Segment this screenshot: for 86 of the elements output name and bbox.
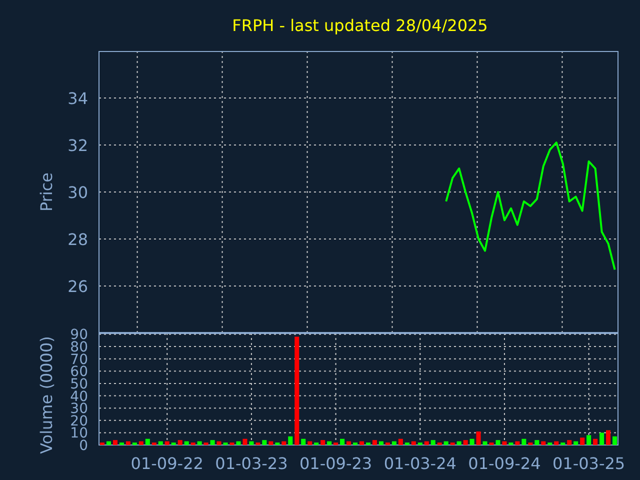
volume-bar [430,440,436,445]
axis-tick-label: 01-03-25 [552,454,626,473]
volume-bar [378,441,384,445]
volume-bar [126,441,130,445]
volume-bar [515,441,520,445]
volume-bar [119,442,124,445]
volume-bar [282,441,286,445]
volume-bar [178,440,182,445]
volume-bar [567,440,572,445]
chart-title: FRPH - last updated 28/04/2025 [232,16,488,35]
volume-bar [502,441,507,445]
volume-bar [288,436,293,445]
volume-bar [242,438,248,445]
axis-tick-label: 01-09-22 [130,454,204,473]
volume-bar [308,441,312,445]
volume-bar [508,442,514,445]
volume-bar [171,442,176,445]
volume-bar [450,442,455,445]
volume-bar [216,441,222,445]
volume-bar [418,442,422,445]
volume-bar [236,441,241,445]
volume-bar [444,441,448,445]
volume-bar [522,438,526,445]
volume-bar [534,440,540,445]
volume-bar [320,440,326,445]
volume-bar [164,441,170,445]
axis-tick-label: 01-03-24 [384,454,456,473]
volume-bar [496,440,500,445]
volume-bar [132,442,137,445]
axis-tick-label: 28 [68,230,88,249]
volume-bar [256,442,260,445]
volume-bar [600,432,604,445]
volume-bar [152,442,156,445]
volume-bar [301,438,306,445]
volume-bar [372,440,377,445]
volume-bar [554,441,559,445]
volume-bar [210,440,215,445]
volume-bar [327,441,332,445]
volume-bar [230,442,234,445]
volume-bar [340,438,345,445]
volume-bar [586,435,592,445]
axis-tick-label: 34 [68,89,88,108]
volume-bar [385,442,390,445]
volume-bar [138,441,144,445]
volume-bar [398,438,403,445]
volume-bar [411,441,416,445]
volume-bar [112,440,118,445]
volume-bar [314,442,319,445]
axis-label: Price [37,172,56,212]
volume-bar [580,438,585,445]
volume-bar [489,442,494,445]
volume-bar [528,442,533,445]
axis-tick-label: 01-03-23 [215,454,288,473]
volume-bar [470,438,474,445]
volume-bar [548,442,552,445]
volume-bar [463,440,468,445]
volume-bar [541,441,546,445]
volume-bar [190,442,196,445]
volume-bar [560,442,566,445]
volume-bar [249,441,254,445]
volume-bar [437,442,442,445]
axis-tick-label: 26 [68,277,88,296]
volume-bar [593,438,598,445]
volume-bar [275,442,280,445]
axis-tick-label: 01-09-23 [299,454,372,473]
volume-bar [392,441,396,445]
volume-bar [262,440,267,445]
volume-bar [158,441,163,445]
volume-bar [145,438,150,445]
axis-tick-label: 0 [79,438,88,454]
volume-bar [184,441,189,445]
volume-bar [204,442,208,445]
volume-bar [223,442,228,445]
volume-bar [424,441,429,445]
volume-bar [456,441,462,445]
volume-bar [476,431,481,445]
volume-bar [197,441,202,445]
volume-bar [482,441,488,445]
volume-bar [334,442,338,445]
volume-bar [268,441,274,445]
volume-bar [574,441,578,445]
axis-label: Volume (0000) [37,336,56,454]
axis-tick-label: 30 [68,183,88,202]
volume-bar [404,442,410,445]
axis-tick-label: 32 [68,136,88,155]
axis-tick-label: 01-09-24 [468,454,541,473]
